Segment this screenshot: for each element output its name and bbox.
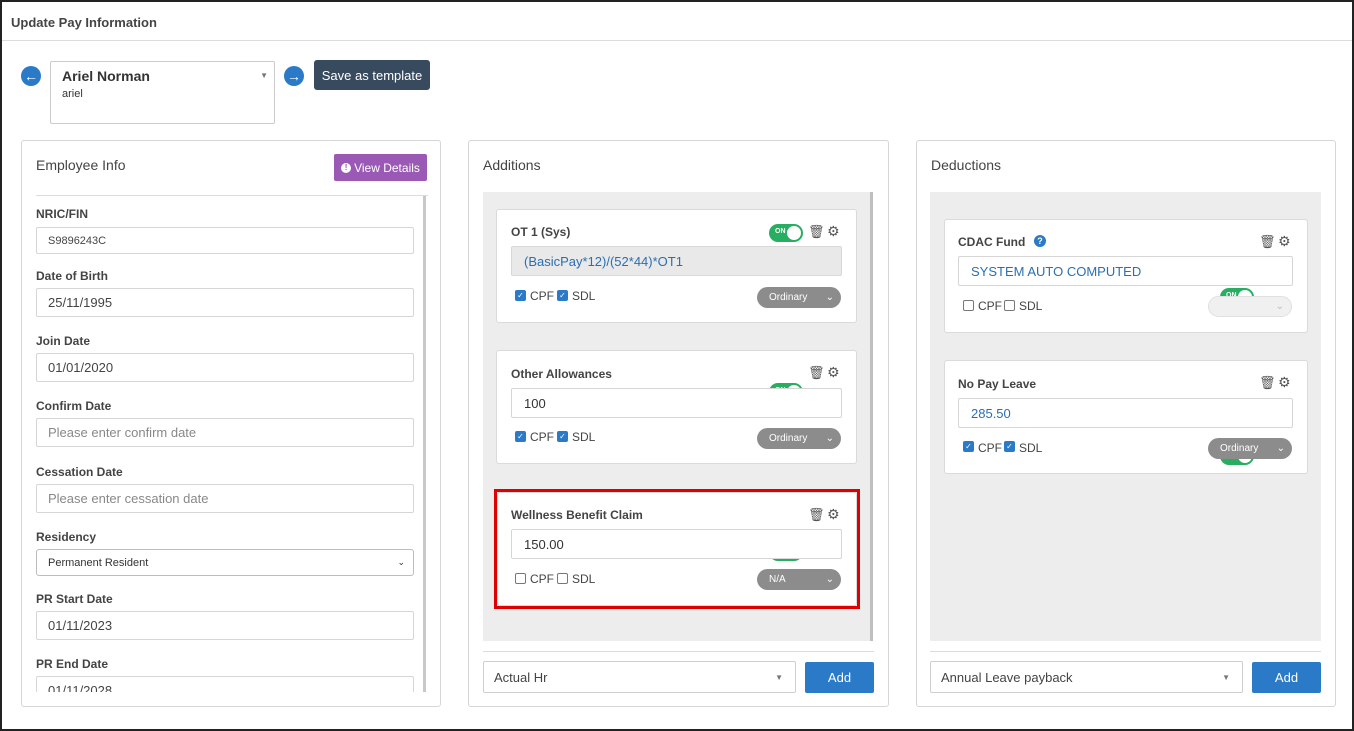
sdl-checkbox[interactable]: ✓ [1004, 441, 1015, 452]
addition-type-select[interactable]: Actual Hr ▼ [483, 661, 796, 693]
wage-type-value: Ordinary [769, 292, 808, 303]
pr-end-date-label: PR End Date [36, 657, 109, 671]
chevron-down-icon: ⌄ [825, 433, 834, 444]
cessation-date-label: Cessation Date [36, 465, 123, 479]
residency-label: Residency [36, 530, 97, 544]
highlight-box [494, 489, 860, 609]
wage-type-value: Ordinary [1220, 443, 1259, 454]
residency-value: Permanent Resident [48, 556, 149, 569]
nric-label: NRIC/FIN [36, 207, 88, 221]
chevron-down-icon: ⌄ [1275, 301, 1284, 312]
toggle-knob [787, 226, 801, 240]
pr-start-date-field[interactable]: 01/11/2023 [36, 611, 414, 640]
additions-bottom-divider [483, 651, 874, 652]
trash-icon[interactable]: 🗑 [1259, 234, 1276, 250]
arrow-right-circle-icon: → [287, 68, 301, 84]
join-date-field[interactable]: 01/01/2020 [36, 353, 414, 382]
sdl-label: SDL [572, 289, 596, 303]
deduction-type-select[interactable]: Annual Leave payback ▼ [930, 661, 1243, 693]
additions-title: Additions [483, 157, 541, 173]
addition-formula[interactable]: (BasicPay*12)/(52*44)*OT1 [511, 246, 842, 276]
chevron-down-icon: ⌄ [397, 557, 405, 567]
cpf-label: CPF [978, 299, 1002, 313]
next-employee-button[interactable]: → [284, 66, 304, 86]
gear-icon[interactable]: ⚙ [827, 223, 840, 240]
cpf-checkbox[interactable] [963, 300, 974, 311]
chevron-down-icon: ⌄ [825, 292, 834, 303]
nric-field[interactable]: S9896243C [36, 227, 414, 254]
wage-type-select[interactable]: Ordinary ⌄ [1208, 438, 1292, 459]
employee-select[interactable]: Ariel Norman ariel ▼ [50, 61, 275, 124]
addition-toggle[interactable]: ON [769, 224, 803, 242]
deduction-name: CDAC Fund [958, 235, 1026, 249]
caret-down-icon: ▼ [1222, 672, 1230, 682]
sdl-label: SDL [1019, 441, 1043, 455]
trash-icon[interactable]: 🗑 [1259, 375, 1276, 391]
deduction-amount-field[interactable]: SYSTEM AUTO COMPUTED [958, 256, 1293, 286]
additions-scrollbar[interactable] [870, 192, 873, 641]
trash-icon[interactable]: 🗑 [808, 224, 825, 240]
arrow-left-circle-icon: ← [24, 68, 38, 84]
addition-type-value: Actual Hr [494, 669, 548, 685]
sdl-checkbox[interactable]: ✓ [557, 290, 568, 301]
wage-type-select[interactable]: Ordinary ⌄ [757, 428, 841, 449]
question-circle-icon[interactable]: ? [1034, 235, 1046, 247]
confirm-date-label: Confirm Date [36, 399, 112, 413]
pr-start-date-label: PR Start Date [36, 592, 113, 606]
wage-type-select[interactable]: ⌄ [1208, 296, 1292, 317]
deductions-bottom-divider [930, 651, 1321, 652]
employee-username: ariel [62, 88, 83, 100]
view-details-button[interactable]: ! View Details [334, 154, 427, 181]
addition-name: Other Allowances [511, 367, 612, 381]
deduction-amount-field[interactable]: 285.50 [958, 398, 1293, 428]
employee-info-divider [36, 195, 428, 196]
gear-icon[interactable]: ⚙ [827, 364, 840, 381]
gear-icon[interactable]: ⚙ [1278, 233, 1291, 250]
save-as-template-button[interactable]: Save as template [314, 60, 430, 90]
caret-down-icon: ▼ [260, 71, 268, 80]
title-divider [2, 40, 1352, 41]
cpf-label: CPF [530, 430, 554, 444]
cpf-checkbox[interactable]: ✓ [515, 290, 526, 301]
employee-name: Ariel Norman [62, 68, 150, 84]
deductions-title: Deductions [931, 157, 1002, 173]
scroll-clip [36, 692, 416, 706]
toggle-on-label: ON [775, 228, 786, 235]
gear-icon[interactable]: ⚙ [1278, 374, 1291, 391]
deduction-name: No Pay Leave [958, 377, 1037, 391]
wage-type-select[interactable]: Ordinary ⌄ [757, 287, 841, 308]
cpf-checkbox[interactable]: ✓ [963, 441, 974, 452]
addition-name: OT 1 (Sys) [511, 225, 571, 239]
cpf-label: CPF [978, 441, 1002, 455]
dob-label: Date of Birth [36, 269, 108, 283]
sdl-checkbox[interactable] [1004, 300, 1015, 311]
sdl-label: SDL [1019, 299, 1043, 313]
sdl-label: SDL [572, 430, 596, 444]
employee-info-title: Employee Info [36, 157, 126, 173]
employee-info-scrollbar[interactable] [423, 196, 426, 692]
join-date-label: Join Date [36, 334, 91, 348]
wage-type-value: Ordinary [769, 433, 808, 444]
page-title: Update Pay Information [11, 15, 157, 30]
sdl-checkbox[interactable]: ✓ [557, 431, 568, 442]
cpf-label: CPF [530, 289, 554, 303]
dob-field[interactable]: 25/11/1995 [36, 288, 414, 317]
deduction-type-value: Annual Leave payback [941, 669, 1073, 685]
chevron-down-icon: ⌄ [1276, 443, 1285, 454]
info-icon: ! [341, 162, 352, 173]
residency-select[interactable]: Permanent Resident ⌄ [36, 549, 414, 576]
caret-down-icon: ▼ [775, 672, 783, 682]
addition-amount-field[interactable]: 100 [511, 388, 842, 418]
previous-employee-button[interactable]: ← [21, 66, 41, 86]
cpf-checkbox[interactable]: ✓ [515, 431, 526, 442]
view-details-label: View Details [354, 160, 420, 175]
trash-icon[interactable]: 🗑 [808, 365, 825, 381]
add-addition-button[interactable]: Add [805, 662, 874, 693]
confirm-date-field[interactable]: Please enter confirm date [36, 418, 414, 447]
add-deduction-button[interactable]: Add [1252, 662, 1321, 693]
cessation-date-field[interactable]: Please enter cessation date [36, 484, 414, 513]
